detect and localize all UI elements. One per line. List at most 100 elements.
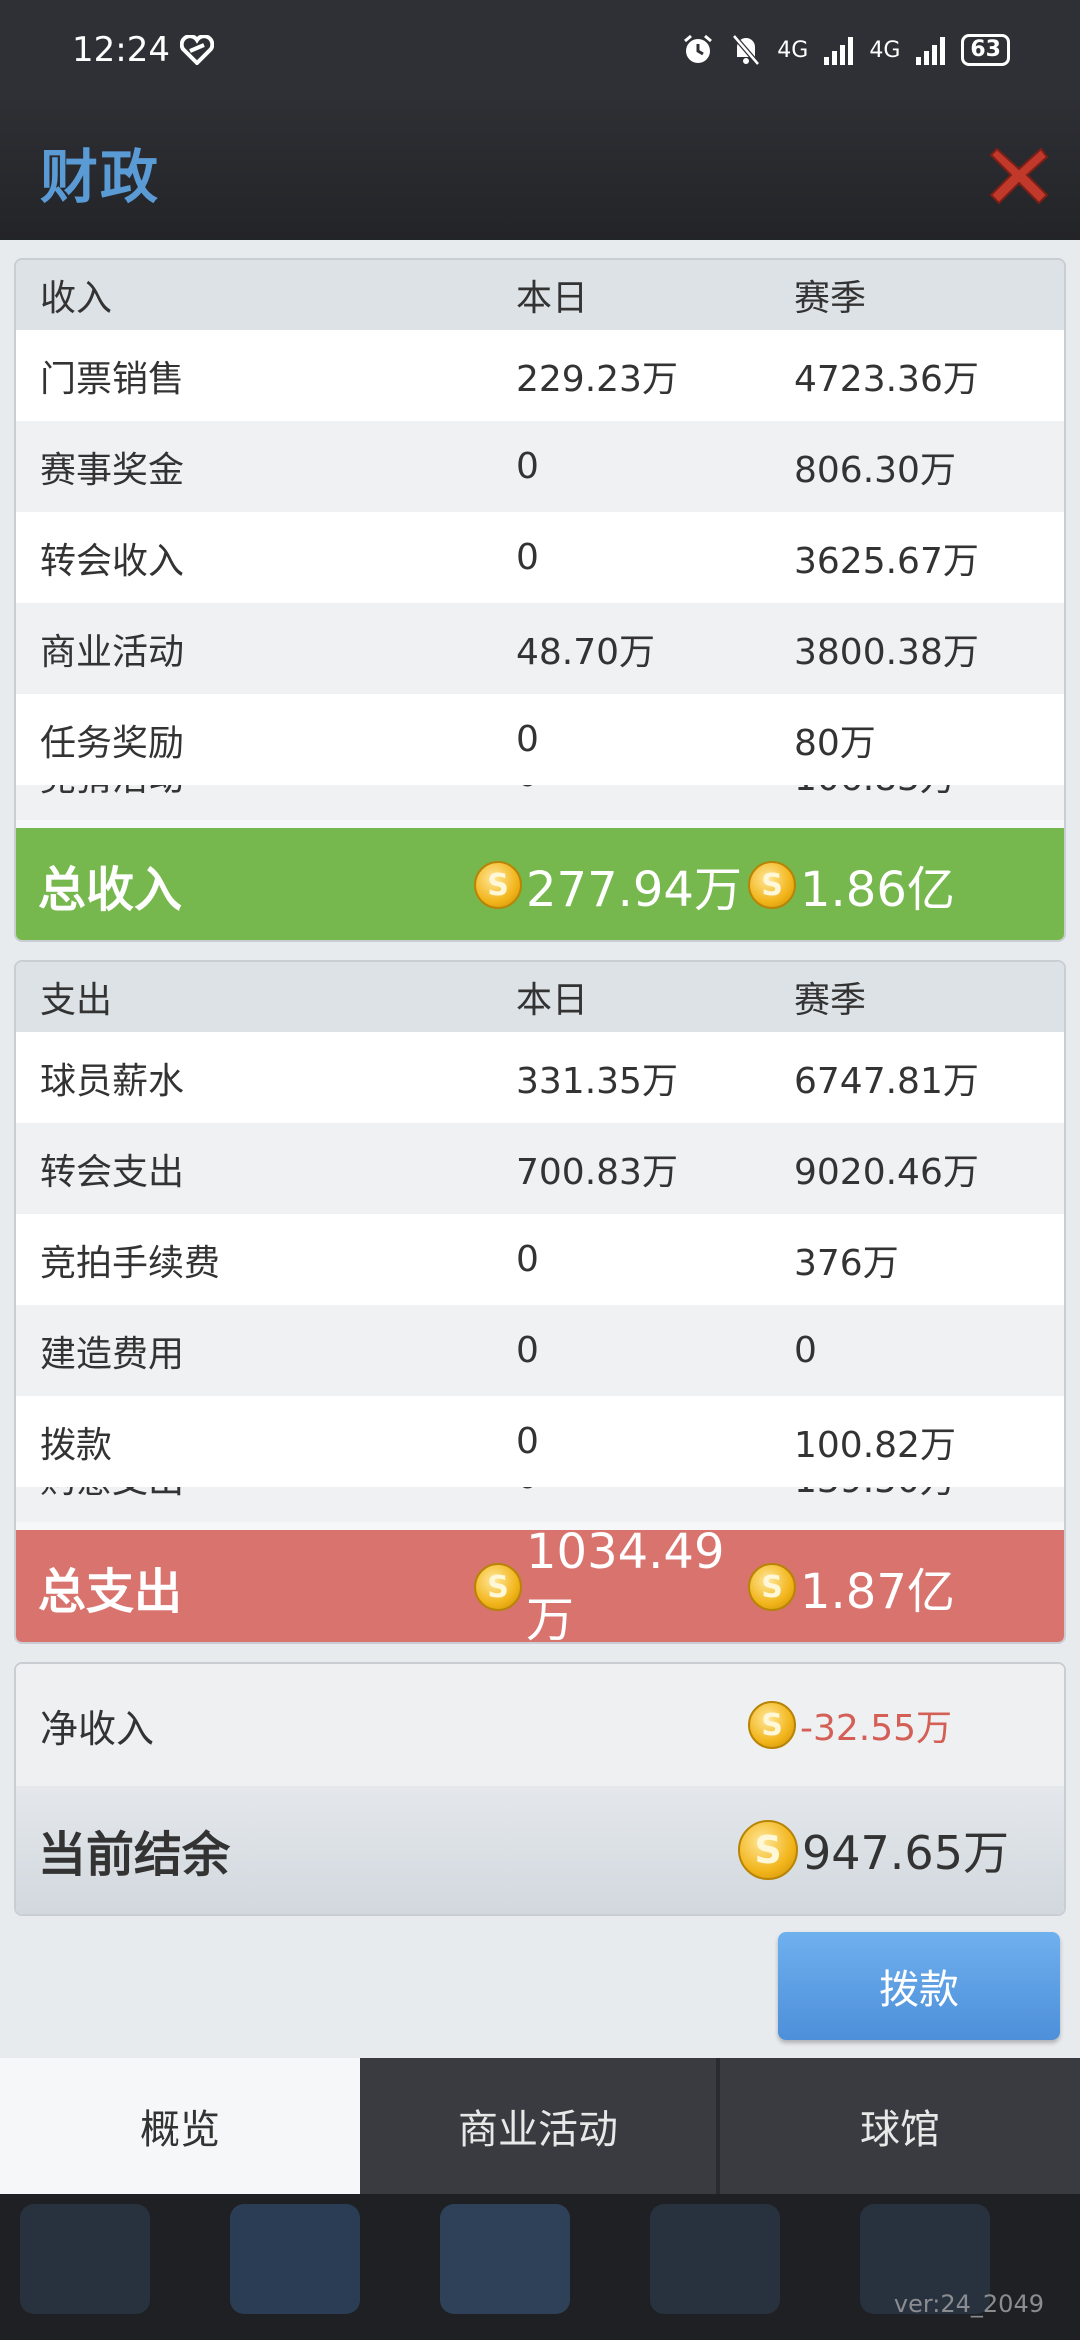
income-row-day: 0 (516, 719, 539, 760)
coin-icon (474, 861, 522, 909)
status-bar: 12:24 4G 4G 63 (0, 0, 1080, 100)
income-header-category: 收入 (40, 278, 113, 319)
stadium-icon (650, 2204, 780, 2314)
expense-row-day: 0 (516, 1487, 794, 1497)
income-row-name: 转会收入 (40, 540, 185, 582)
tab-overview[interactable]: 概览 (0, 2058, 360, 2194)
tab-stadium[interactable]: 球馆 (720, 2058, 1080, 2194)
income-row-season: 806.30万 (794, 449, 956, 491)
expense-row: 竞拍手续费 0 376万 (16, 1214, 1064, 1305)
coin-icon (748, 1563, 796, 1611)
income-row-season: 3625.67万 (794, 540, 979, 582)
network-label-2: 4G (869, 37, 901, 63)
income-row-day: 229.23万 (516, 358, 678, 400)
coin-icon (738, 1820, 798, 1880)
income-row: 转会收入 0 3625.67万 (16, 512, 1064, 603)
expense-row-name: 建造费用 (40, 1333, 185, 1375)
current-balance-amount: 947.65万 (802, 1826, 1009, 1880)
income-header-row: 收入 本日 赛季 (16, 260, 1064, 330)
expense-row-season: 376万 (794, 1242, 899, 1284)
dialog-header: 财政 (0, 100, 1080, 240)
expense-row-name: 球员薪水 (40, 1060, 185, 1102)
net-income-amount: -32.55万 (800, 1708, 953, 1749)
expense-total-label: 总支出 (38, 1564, 183, 1620)
expense-row: 球员薪水 331.35万 6747.81万 (16, 1032, 1064, 1123)
status-right: 4G 4G 63 (681, 33, 1010, 67)
net-income-row: 净收入 -32.55万 (16, 1664, 1064, 1786)
expense-total-day-value: 1034.49万 (526, 1524, 725, 1644)
balance-summary: 净收入 -32.55万 当前结余 947.65万 (14, 1662, 1066, 1916)
income-total-season-value: 1.86亿 (800, 862, 955, 918)
expense-row-name: 竞拍手续费 (40, 1242, 221, 1284)
income-total-label: 总收入 (38, 862, 183, 918)
document-icon (440, 2204, 570, 2314)
net-income-label: 净收入 (40, 1706, 155, 1751)
income-row-day: 0 (516, 785, 794, 795)
income-row-day: 0 (516, 537, 539, 578)
income-row-season: 4723.36万 (794, 358, 979, 400)
status-time: 12:24 (72, 30, 170, 70)
income-total-day: 277.94万 (474, 850, 748, 920)
income-table[interactable]: 收入 本日 赛季 门票销售 229.23万 4723.36万 赛事奖金 0 80… (14, 258, 1066, 942)
expense-row-season: 6747.81万 (794, 1060, 979, 1102)
expense-row-day: 0 (516, 1239, 539, 1280)
current-balance-value: 947.65万 (738, 1817, 1009, 1883)
battery-indicator: 63 (961, 34, 1010, 66)
expense-row-day: 0 (516, 1421, 539, 1462)
coin-icon (474, 1563, 522, 1611)
finance-panel: 收入 本日 赛季 门票销售 229.23万 4723.36万 赛事奖金 0 80… (0, 240, 1080, 2060)
income-row-name: 门票销售 (40, 358, 185, 400)
expense-header-row: 支出 本日 赛季 (16, 962, 1064, 1032)
expense-row-season: 9020.46万 (794, 1151, 979, 1193)
close-icon (989, 147, 1049, 205)
expense-row-day: 700.83万 (516, 1151, 678, 1193)
expense-row: 拨款 0 100.82万 (16, 1396, 1064, 1487)
expense-row-season: 0 (794, 1330, 817, 1371)
current-balance-row: 当前结余 947.65万 (16, 1786, 1064, 1914)
income-row-name: 任务奖励 (40, 722, 185, 764)
net-income-value: -32.55万 (748, 1699, 952, 1751)
background-game-nav: ver:24_2049 (0, 2194, 1080, 2340)
expense-row-season: 139.50万 (794, 1487, 1064, 1503)
appropriate-funds-button[interactable]: 拨款 (778, 1932, 1060, 2040)
close-button[interactable] (984, 140, 1054, 210)
income-row: 赛事奖金 0 806.30万 (16, 421, 1064, 512)
coin-icon (748, 1701, 796, 1749)
income-total-season: 1.86亿 (748, 850, 955, 920)
income-row-season: 106.83万 (794, 785, 1064, 801)
expense-row-day: 331.35万 (516, 1060, 678, 1102)
expense-header-season: 赛季 (794, 980, 867, 1021)
income-row: 任务奖励 0 80万 (16, 694, 1064, 785)
page-title: 财政 (40, 143, 161, 211)
income-row-season: 3800.38万 (794, 631, 979, 673)
expense-table[interactable]: 支出 本日 赛季 球员薪水 331.35万 6747.81万 转会支出 700.… (14, 960, 1066, 1644)
coin-icon (748, 861, 796, 909)
income-total-day-value: 277.94万 (526, 862, 742, 918)
heart-link-icon (179, 35, 214, 65)
expense-total-season: 1.87亿 (748, 1552, 955, 1622)
version-label: ver:24_2049 (893, 2290, 1044, 2318)
expense-row-day: 0 (516, 1330, 539, 1371)
signal-icon-2 (916, 35, 946, 65)
income-header-day: 本日 (516, 278, 589, 319)
expense-header-day: 本日 (516, 980, 589, 1021)
finance-icon (230, 2204, 360, 2314)
alarm-icon (684, 34, 713, 63)
income-row: 门票销售 229.23万 4723.36万 (16, 330, 1064, 421)
tab-business[interactable]: 商业活动 (360, 2058, 720, 2194)
income-row-day: 0 (516, 446, 539, 487)
expense-row: 建造费用 0 0 (16, 1305, 1064, 1396)
income-total-bar: 总收入 277.94万 1.86亿 (16, 828, 1064, 940)
status-left: 12:24 (72, 30, 214, 70)
expense-row-name: 拨款 (40, 1424, 113, 1466)
income-row-name: 商业活动 (40, 631, 185, 673)
income-row-day: 48.70万 (516, 631, 656, 673)
signal-icon-1 (824, 35, 854, 65)
expense-total-season-value: 1.87亿 (800, 1564, 955, 1620)
mute-bell-icon (732, 34, 761, 66)
tab-bar: 概览 商业活动 球馆 (0, 2058, 1080, 2194)
income-row-season: 80万 (794, 722, 876, 764)
income-header-season: 赛季 (794, 278, 867, 319)
expense-row-season: 100.82万 (794, 1424, 956, 1466)
expense-total-bar: 总支出 1034.49万 1.87亿 (16, 1524, 1064, 1642)
